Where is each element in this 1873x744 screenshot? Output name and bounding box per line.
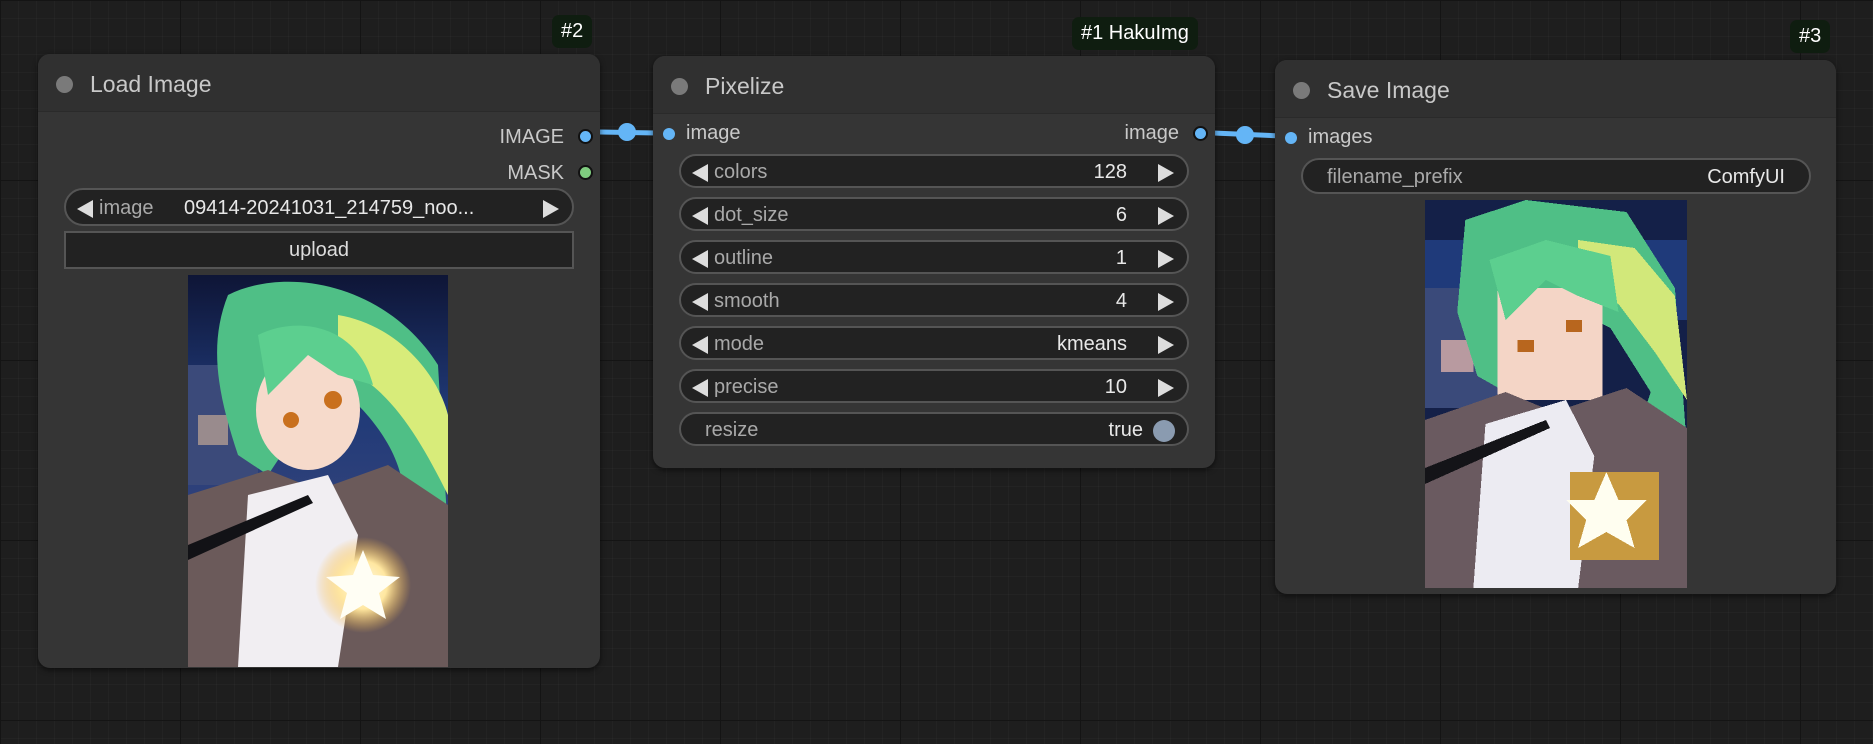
- decrement-arrow-icon[interactable]: [692, 164, 708, 182]
- smooth-widget[interactable]: smooth 4: [679, 283, 1189, 317]
- widget-label: resize: [705, 419, 759, 441]
- load-image-node[interactable]: Load Image IMAGE MASK image 09414-202410…: [38, 54, 600, 668]
- decrement-arrow-icon[interactable]: [692, 250, 708, 268]
- upload-label: upload: [288, 239, 350, 261]
- node-title: Load Image: [90, 71, 212, 97]
- output-label-image: image: [1124, 122, 1179, 144]
- widget-value: 10: [1104, 376, 1127, 398]
- dot-size-widget[interactable]: dot_size 6: [679, 197, 1189, 231]
- increment-arrow-icon[interactable]: [1158, 207, 1174, 225]
- node-id-badge: #1 HakuImg: [1072, 17, 1198, 50]
- colors-widget[interactable]: colors 128: [679, 154, 1189, 188]
- input-slot-images[interactable]: [1285, 132, 1297, 144]
- save-image-node[interactable]: Save Image images filename_prefix ComfyU…: [1275, 60, 1836, 594]
- node-title: Save Image: [1327, 77, 1450, 103]
- widget-label: precise: [714, 376, 779, 398]
- anime-girl-image: [188, 275, 448, 667]
- node-id-badge: #2: [552, 15, 593, 48]
- widget-value: kmeans: [1056, 333, 1127, 355]
- widget-label: dot_size: [714, 204, 789, 226]
- widget-value: 1: [1115, 247, 1127, 269]
- input-label-image: image: [686, 122, 741, 144]
- precise-widget[interactable]: precise 10: [679, 369, 1189, 403]
- increment-arrow-icon[interactable]: [1158, 164, 1174, 182]
- node-header[interactable]: Pixelize: [653, 56, 1215, 114]
- output-label-mask: MASK: [507, 162, 564, 184]
- node-title: Pixelize: [705, 73, 785, 99]
- input-label-images: images: [1308, 126, 1373, 148]
- widget-label: mode: [714, 333, 765, 355]
- collapse-dot-icon[interactable]: [1293, 82, 1310, 99]
- widget-label: smooth: [714, 290, 780, 312]
- mode-combo[interactable]: mode kmeans: [679, 326, 1189, 360]
- node-header[interactable]: Load Image: [38, 54, 600, 112]
- toggle-knob-icon[interactable]: [1153, 420, 1175, 442]
- widget-value: 128: [1093, 161, 1127, 183]
- increment-arrow-icon[interactable]: [1158, 293, 1174, 311]
- widget-value: 09414-20241031_214759_noo...: [184, 197, 475, 219]
- link-midpoint-handle[interactable]: [618, 123, 636, 141]
- next-arrow-icon[interactable]: [1158, 336, 1174, 354]
- arrow-right-icon[interactable]: [543, 200, 559, 218]
- widget-label: outline: [714, 247, 773, 269]
- previous-arrow-icon[interactable]: [692, 336, 708, 354]
- increment-arrow-icon[interactable]: [1158, 250, 1174, 268]
- widget-label: image: [99, 197, 154, 219]
- decrement-arrow-icon[interactable]: [692, 207, 708, 225]
- increment-arrow-icon[interactable]: [1158, 379, 1174, 397]
- widget-label: colors: [714, 161, 768, 183]
- collapse-dot-icon[interactable]: [56, 76, 73, 93]
- outline-widget[interactable]: outline 1: [679, 240, 1189, 274]
- output-image-preview[interactable]: [1425, 200, 1687, 588]
- pixelized-anime-girl-image: [1425, 200, 1687, 588]
- filename-prefix-field[interactable]: filename_prefix ComfyUI: [1301, 158, 1811, 194]
- pixelize-node[interactable]: Pixelize image image colors 128 dot_size…: [653, 56, 1215, 468]
- toggle-value: true: [1108, 419, 1143, 441]
- output-slot-mask[interactable]: [578, 165, 593, 180]
- widget-value: 4: [1115, 290, 1127, 312]
- widget-value: 6: [1115, 204, 1127, 226]
- resize-toggle[interactable]: resize true: [679, 412, 1189, 446]
- node-header[interactable]: Save Image: [1275, 60, 1836, 118]
- image-preview: [188, 275, 448, 667]
- decrement-arrow-icon[interactable]: [692, 379, 708, 397]
- node-id-badge: #3: [1790, 20, 1831, 53]
- image-combo[interactable]: image 09414-20241031_214759_noo...: [64, 188, 574, 226]
- widget-label: filename_prefix: [1327, 166, 1463, 188]
- link-midpoint-handle[interactable]: [1236, 126, 1254, 144]
- arrow-left-icon[interactable]: [77, 200, 93, 218]
- collapse-dot-icon[interactable]: [671, 78, 688, 95]
- decrement-arrow-icon[interactable]: [692, 293, 708, 311]
- input-slot-image[interactable]: [663, 128, 675, 140]
- output-label-image: IMAGE: [499, 126, 564, 148]
- widget-value: ComfyUI: [1707, 166, 1785, 188]
- upload-button[interactable]: upload: [64, 231, 574, 269]
- output-slot-image[interactable]: [578, 129, 593, 144]
- output-slot-image[interactable]: [1193, 126, 1208, 141]
